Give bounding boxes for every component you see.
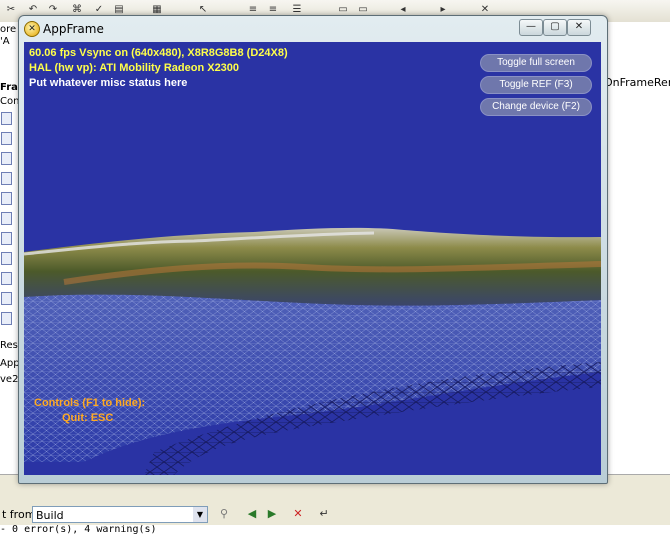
file-icon[interactable] bbox=[1, 212, 12, 225]
change-device-button[interactable]: Change device (F2) bbox=[480, 98, 592, 116]
ide-left-label: Con bbox=[0, 96, 20, 107]
controls-heading: Controls (F1 to hide): bbox=[34, 397, 146, 409]
output-source-value: Build bbox=[36, 509, 64, 522]
ide-left-label: 'A bbox=[0, 36, 10, 47]
close-button[interactable]: ✕ bbox=[567, 19, 591, 36]
window-title: AppFrame bbox=[43, 22, 104, 36]
file-icon[interactable] bbox=[1, 252, 12, 265]
device-status: HAL (hw vp): ATI Mobility Radeon X2300 bbox=[29, 62, 240, 74]
file-icon[interactable] bbox=[1, 232, 12, 245]
controls-quit: Quit: ESC bbox=[62, 412, 114, 424]
ide-solution-strip: ore 'A Fra Con Rese App ve2 bbox=[0, 24, 20, 474]
ide-left-label: Rese bbox=[0, 340, 20, 351]
output-source-select[interactable]: Build ▼ bbox=[32, 506, 208, 523]
ide-left-label: ve2 bbox=[0, 374, 19, 385]
word-wrap-icon[interactable]: ↵ bbox=[316, 506, 332, 522]
clear-all-icon[interactable]: ✕ bbox=[290, 506, 306, 522]
next-message-icon[interactable]: ▶ bbox=[264, 506, 280, 522]
appframe-window[interactable]: ✕ AppFrame — ▢ ✕ 60.06 fps Vsync on (640… bbox=[18, 15, 608, 484]
ide-function-label: OnFrameRend bbox=[604, 76, 670, 89]
file-icon[interactable] bbox=[1, 292, 12, 305]
file-icon[interactable] bbox=[1, 192, 12, 205]
output-text-line: - 0 error(s), 4 warning(s) bbox=[0, 525, 670, 535]
file-icon[interactable] bbox=[1, 112, 12, 125]
ide-left-label: ore bbox=[0, 24, 17, 35]
fps-status: 60.06 fps Vsync on (640x480), X8R8G8B8 (… bbox=[29, 47, 288, 59]
render-viewport[interactable]: 60.06 fps Vsync on (640x480), X8R8G8B8 (… bbox=[24, 42, 601, 475]
toggle-fullscreen-button[interactable]: Toggle full screen bbox=[480, 54, 592, 72]
prev-message-icon[interactable]: ◀ bbox=[244, 506, 260, 522]
app-icon[interactable]: ✕ bbox=[24, 21, 40, 37]
toggle-ref-button[interactable]: Toggle REF (F3) bbox=[480, 76, 592, 94]
minimize-button[interactable]: — bbox=[519, 19, 543, 36]
title-bar[interactable]: ✕ AppFrame — ▢ ✕ bbox=[19, 16, 607, 42]
cut-icon[interactable]: ✂ bbox=[4, 3, 18, 17]
ide-left-label: App bbox=[0, 358, 20, 369]
file-icon[interactable] bbox=[1, 152, 12, 165]
chevron-down-icon[interactable]: ▼ bbox=[193, 507, 207, 522]
file-icon[interactable] bbox=[1, 272, 12, 285]
file-icon[interactable] bbox=[1, 172, 12, 185]
file-icon[interactable] bbox=[1, 312, 12, 325]
ide-left-label: Fra bbox=[0, 82, 18, 93]
misc-status: Put whatever misc status here bbox=[29, 77, 188, 89]
maximize-button[interactable]: ▢ bbox=[543, 19, 567, 36]
file-icon[interactable] bbox=[1, 132, 12, 145]
find-message-icon[interactable]: ⚲ bbox=[216, 506, 232, 522]
